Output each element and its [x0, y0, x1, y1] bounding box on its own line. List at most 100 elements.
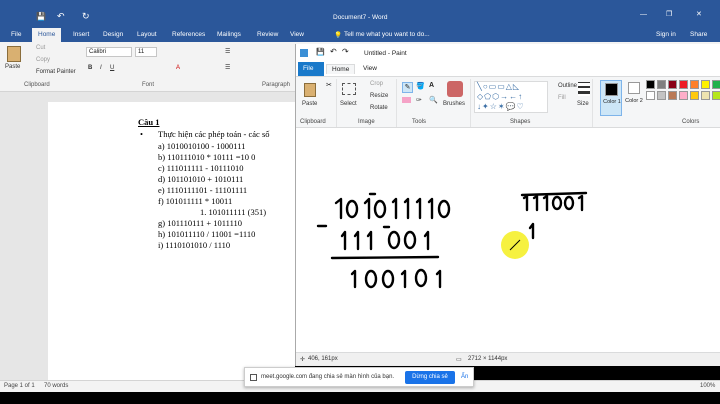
- paint-redo-icon[interactable]: ↷: [342, 47, 349, 56]
- doc-item-h: h) 101011110 / 11001 =1110: [158, 229, 256, 239]
- italic-button[interactable]: I: [100, 65, 102, 71]
- palette-swatch[interactable]: [679, 80, 688, 89]
- palette-swatch[interactable]: [657, 80, 666, 89]
- shapes-gallery[interactable]: ╲○▭▭△◺ ◇⬠⬡→←↑ ↓✦☆✶💬♡: [474, 81, 548, 113]
- cursor-position: 406, 161px: [308, 356, 338, 362]
- cut-icon[interactable]: ✂: [326, 81, 332, 89]
- palette-swatch[interactable]: [657, 91, 666, 100]
- font-size-select[interactable]: 11: [135, 47, 157, 57]
- cut-button[interactable]: Cut: [36, 45, 45, 51]
- cursor-position-icon: ✛: [300, 357, 306, 363]
- tab-insert[interactable]: Insert: [73, 31, 89, 38]
- color1-swatch[interactable]: Color 1: [600, 80, 622, 116]
- text-icon[interactable]: A: [429, 82, 434, 89]
- hide-banner-button[interactable]: Ẩn: [461, 374, 468, 380]
- size-icon[interactable]: [578, 82, 590, 96]
- font-color-icon[interactable]: A: [176, 65, 180, 71]
- document-page[interactable]: Câu 1 • Thực hiện các phép toán - các số…: [48, 102, 295, 380]
- paint-canvas[interactable]: [296, 128, 720, 352]
- paint-undo-icon[interactable]: ↶: [330, 47, 337, 56]
- tab-design[interactable]: Design: [103, 31, 123, 38]
- resize-button[interactable]: Resize: [370, 93, 388, 99]
- paste-button[interactable]: Paste: [5, 64, 20, 70]
- paint-app-icon: [300, 49, 308, 57]
- window-title: Document7 - Word: [333, 14, 388, 21]
- redo-icon[interactable]: ↻: [82, 11, 90, 22]
- taskbar: [0, 392, 720, 404]
- color2-swatch[interactable]: Color 2: [624, 80, 644, 116]
- magnifier-icon[interactable]: 🔍: [429, 96, 438, 104]
- close-icon[interactable]: ✕: [696, 10, 702, 18]
- color1-fill: [605, 83, 618, 96]
- share-button[interactable]: Share: [690, 31, 707, 38]
- paint-tab-file[interactable]: File: [298, 62, 324, 76]
- undo-icon[interactable]: ↶: [57, 11, 65, 22]
- paint-tab-home[interactable]: Home: [326, 64, 356, 74]
- palette-swatch[interactable]: [679, 91, 688, 100]
- tab-references[interactable]: References: [172, 31, 205, 38]
- select-icon[interactable]: [342, 83, 356, 95]
- paste-icon[interactable]: [7, 46, 21, 62]
- paint-paste-icon[interactable]: [304, 83, 316, 97]
- paint-window: 💾 ↶ ↷ Untitled - Paint File Home View Pa…: [295, 44, 720, 366]
- tab-review[interactable]: Review: [257, 31, 278, 38]
- color-picker-icon[interactable]: ✑: [416, 96, 422, 104]
- outline-button[interactable]: Outline: [558, 83, 577, 89]
- sign-in-link[interactable]: Sign in: [656, 31, 676, 38]
- palette-swatch[interactable]: [646, 80, 655, 89]
- fill-icon[interactable]: 🪣: [416, 82, 425, 90]
- paint-status-bar: ✛ 406, 161px ▭ 2712 × 1144px: [296, 352, 720, 366]
- doc-item-f1: 1. 101011111 (351): [200, 207, 267, 217]
- palette-swatch[interactable]: [712, 91, 720, 100]
- tab-mailings[interactable]: Mailings: [217, 31, 241, 38]
- screen-share-banner: meet.google.com đang chia sẻ màn hình củ…: [244, 367, 474, 387]
- palette-swatch[interactable]: [646, 91, 655, 100]
- rotate-button[interactable]: Rotate: [370, 105, 388, 111]
- brushes-button[interactable]: Brushes: [443, 101, 465, 107]
- restore-icon[interactable]: ❐: [666, 10, 672, 18]
- minimize-icon[interactable]: —: [640, 11, 647, 18]
- palette-swatch[interactable]: [701, 91, 710, 100]
- font-name-select[interactable]: Calibri: [86, 47, 132, 57]
- paint-shapes-label: Shapes: [510, 119, 531, 125]
- palette-swatch[interactable]: [712, 80, 720, 89]
- stop-sharing-button[interactable]: Dừng chia sẻ: [405, 371, 455, 384]
- tab-home[interactable]: Home: [32, 28, 62, 42]
- palette-swatch[interactable]: [668, 91, 677, 100]
- palette-swatch[interactable]: [690, 91, 699, 100]
- underline-button[interactable]: U: [110, 65, 114, 71]
- save-icon[interactable]: 💾: [36, 12, 46, 21]
- brush-icon[interactable]: [447, 81, 463, 97]
- align-left-icon[interactable]: ☰: [225, 64, 230, 71]
- palette-swatch[interactable]: [701, 80, 710, 89]
- tab-file[interactable]: File: [11, 31, 21, 38]
- palette-swatch[interactable]: [668, 80, 677, 89]
- color2-fill: [628, 82, 640, 94]
- paint-ribbon: Paste ✂ Clipboard Select Crop Resize Rot…: [296, 76, 720, 128]
- tab-view[interactable]: View: [290, 31, 304, 38]
- format-painter-button[interactable]: Format Painter: [36, 69, 76, 75]
- lightbulb-icon: 💡: [334, 32, 343, 39]
- paint-save-icon[interactable]: 💾: [316, 48, 325, 56]
- font-group-label: Font: [142, 82, 155, 88]
- color1-label: Color 1: [603, 99, 621, 105]
- zoom-level[interactable]: 100%: [700, 383, 715, 389]
- tab-layout[interactable]: Layout: [137, 31, 157, 38]
- word-count: 70 words: [44, 383, 69, 389]
- eraser-icon[interactable]: [402, 97, 411, 103]
- palette-swatch[interactable]: [690, 80, 699, 89]
- paint-paste-button[interactable]: Paste: [302, 101, 317, 107]
- paint-tools-label: Tools: [412, 119, 427, 125]
- tell-me-box[interactable]: Tell me what you want to do...: [344, 31, 430, 38]
- paint-tab-view[interactable]: View: [358, 64, 382, 73]
- select-button[interactable]: Select: [340, 101, 357, 107]
- doc-item-f: f) 101011111 * 10011: [158, 196, 233, 206]
- bullets-icon[interactable]: ☰: [225, 48, 230, 55]
- crop-button[interactable]: Crop: [370, 81, 383, 87]
- canvas-size-icon: ▭: [456, 357, 462, 363]
- bold-button[interactable]: B: [88, 65, 92, 71]
- fill-button[interactable]: Fill: [558, 95, 566, 101]
- pencil-icon[interactable]: ✎: [402, 82, 413, 93]
- size-button[interactable]: Size: [577, 101, 589, 107]
- copy-button[interactable]: Copy: [36, 57, 50, 63]
